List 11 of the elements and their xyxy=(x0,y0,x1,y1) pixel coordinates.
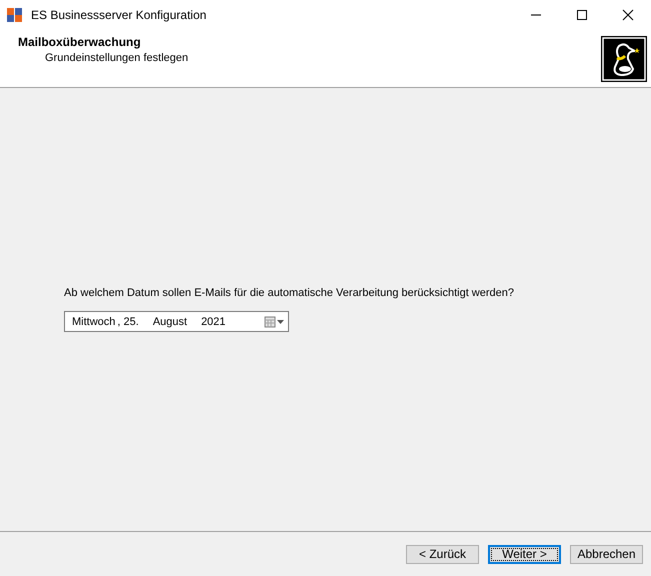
page-title: Mailboxüberwachung xyxy=(18,35,142,49)
window-title: ES Businessserver Konfiguration xyxy=(31,8,206,22)
page-subtitle: Grundeinstellungen festlegen xyxy=(45,52,188,64)
app-icon xyxy=(7,7,23,23)
date-picker[interactable]: Mittwoch , 25. August 2021 xyxy=(64,311,289,332)
question-text: Ab welchem Datum sollen E-Mails für die automatische Verarbeitung berücksichtigt werden? xyxy=(64,287,515,299)
wizard-button[interactable]: Weiter > xyxy=(488,544,561,564)
wizard-button[interactable]: Abbrechen xyxy=(570,544,643,564)
wizard-button[interactable]: < Zurück xyxy=(406,544,479,564)
calendar-dropdown-icon[interactable] xyxy=(264,316,286,328)
wizard-hat-icon xyxy=(601,36,647,82)
